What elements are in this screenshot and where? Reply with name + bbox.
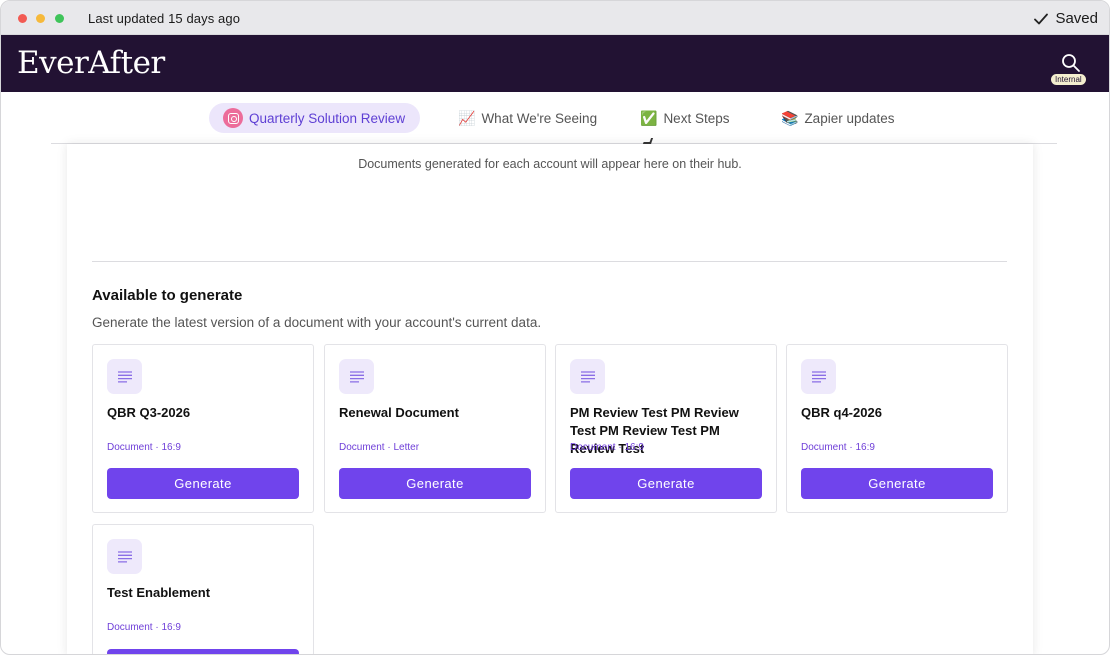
text-lines-icon [349,370,364,383]
saved-label: Saved [1055,10,1098,27]
text-lines-icon [117,370,132,383]
internal-badge: Internal [1050,73,1087,86]
tab-label: Zapier updates [804,110,895,126]
document-card: QBR q4-2026 Document · 16:9 Generate [786,344,1008,513]
document-card: Renewal Document Document · Letter Gener… [324,344,546,513]
text-lines-icon [117,550,132,563]
available-section-title: Available to generate [92,287,243,304]
brand-header: EverAfter Internal [1,35,1109,92]
document-card: PM Review Test PM Review Test PM Review … [555,344,777,513]
clipped-heading-fragment [642,138,654,144]
document-icon [801,359,836,394]
document-meta: Document · 16:9 [107,442,181,453]
instagram-icon [223,108,243,128]
chart-increasing-icon: 📈 [458,109,476,126]
check-icon [1034,13,1049,24]
document-icon [570,359,605,394]
app-window: Last updated 15 days ago Saved EverAfter… [0,0,1110,655]
document-icon [107,539,142,574]
close-window-button[interactable] [18,14,27,23]
saved-status: Saved [1034,10,1098,27]
zoom-window-button[interactable] [55,14,64,23]
generate-button[interactable]: Generate [339,468,531,499]
search-icon [1062,54,1080,72]
books-icon: 📚 [781,109,799,126]
title-bar: Last updated 15 days ago Saved [1,1,1109,35]
document-card: QBR Q3-2026 Document · 16:9 Generate [92,344,314,513]
search-button[interactable]: Internal [1050,43,1093,87]
document-meta: Document · 16:9 [801,442,875,453]
text-lines-icon [811,370,826,383]
section-tabs: Quarterly Solution Review 📈 What We're S… [51,92,1057,144]
document-title: QBR Q3-2026 [107,405,191,420]
generate-button-partial[interactable] [107,649,299,654]
generate-button[interactable]: Generate [107,468,299,499]
available-section-description: Generate the latest version of a documen… [92,315,542,330]
tab-label: Quarterly Solution Review [249,110,406,126]
tab-quarterly-solution-review[interactable]: Quarterly Solution Review [209,103,421,133]
generate-button[interactable]: Generate [801,468,993,499]
document-title: Test Enablement [107,585,211,600]
document-icon [107,359,142,394]
last-updated-text: Last updated 15 days ago [88,11,241,26]
document-meta: Document · 16:9 [570,442,644,453]
tab-what-were-seeing[interactable]: 📈 What We're Seeing [458,103,597,133]
tab-label: Next Steps [663,110,730,126]
document-title: Renewal Document [339,405,459,420]
tab-next-steps[interactable]: ✅ Next Steps [640,103,729,133]
document-icon [339,359,374,394]
section-divider [92,261,1007,262]
empty-state-message: Documents generated for each account wil… [358,157,742,171]
documents-panel: Documents generated for each account wil… [67,138,1033,654]
document-meta: Document · 16:9 [107,622,181,633]
everafter-logo: EverAfter [17,45,165,81]
tab-zapier-updates[interactable]: 📚 Zapier updates [781,103,895,133]
generate-button[interactable]: Generate [570,468,762,499]
text-lines-icon [580,370,595,383]
minimize-window-button[interactable] [36,14,45,23]
document-meta: Document · Letter [339,442,420,453]
document-title: QBR q4-2026 [801,405,882,420]
tab-label: What We're Seeing [481,110,598,126]
check-mark-icon: ✅ [640,109,658,126]
document-card: Test Enablement Document · 16:9 [92,524,314,654]
